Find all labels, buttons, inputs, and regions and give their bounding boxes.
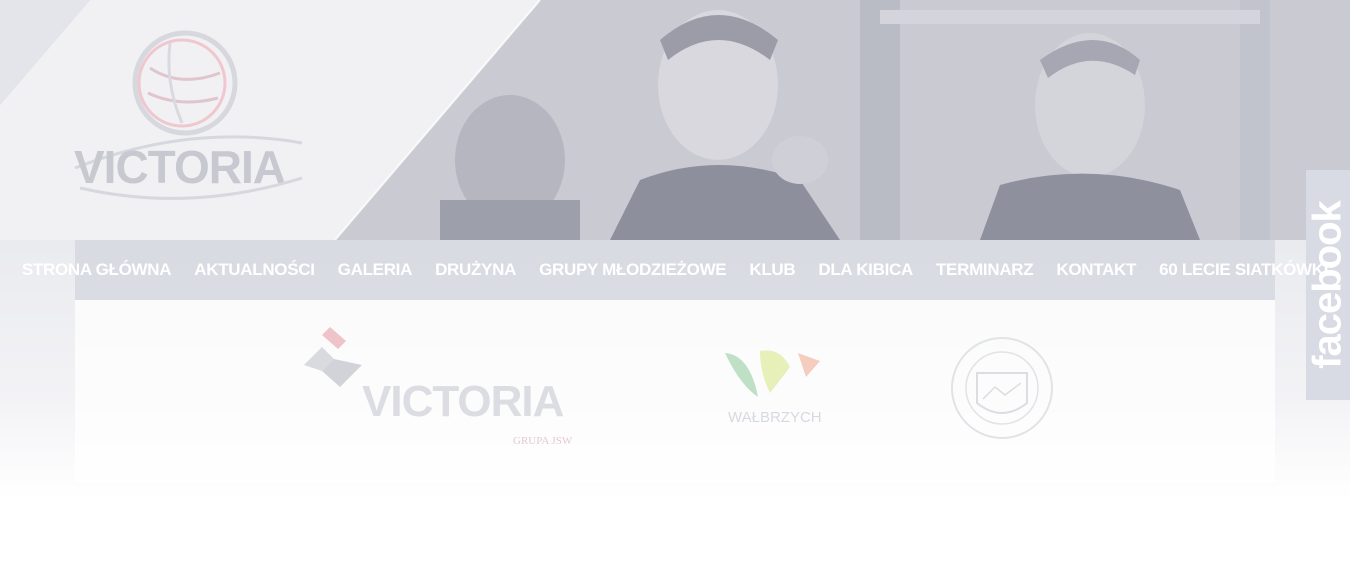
nav-item-gallery[interactable]: GALERIA [338,260,413,280]
facebook-label: facebook [1305,201,1350,369]
sponsor-victoria-logo[interactable]: VICTORIA GRUPA JSW [300,325,580,455]
nav-item-for-fans[interactable]: DLA KIBICA [818,260,913,280]
main-nav: STRONA GŁÓWNA AKTUALNOŚCI GALERIA DRUŻYN… [22,240,1328,300]
nav-item-contact[interactable]: KONTAKT [1056,260,1136,280]
sponsor-school-seal[interactable] [947,333,1057,443]
nav-item-team[interactable]: DRUŻYNA [435,260,516,280]
nav-item-news[interactable]: AKTUALNOŚCI [194,260,315,280]
sponsor-walbrzych-name: WAŁBRZYCH [728,409,822,426]
sponsor-victoria-sub: GRUPA JSW [513,435,573,447]
nav-item-schedule[interactable]: TERMINARZ [936,260,1034,280]
club-logo[interactable]: VICTORIA [70,28,310,203]
nav-item-home[interactable]: STRONA GŁÓWNA [22,260,172,280]
nav-item-60-years[interactable]: 60 LECIE SIATKÓWKI [1159,260,1328,280]
sponsor-walbrzych-logo[interactable]: WAŁBRZYCH [720,345,835,430]
logo-text: VICTORIA [74,141,285,193]
facebook-tab[interactable]: facebook [1306,170,1350,400]
sponsors-bar: VICTORIA GRUPA JSW WAŁBRZYCH [75,300,1275,482]
nav-item-youth-groups[interactable]: GRUPY MŁODZIEŻOWE [539,260,727,280]
sponsor-victoria-name: VICTORIA [362,377,564,426]
hero-section: VICTORIA facebook STRONA GŁÓWNA AKTUALNO… [0,0,1350,500]
nav-item-club[interactable]: KLUB [749,260,795,280]
